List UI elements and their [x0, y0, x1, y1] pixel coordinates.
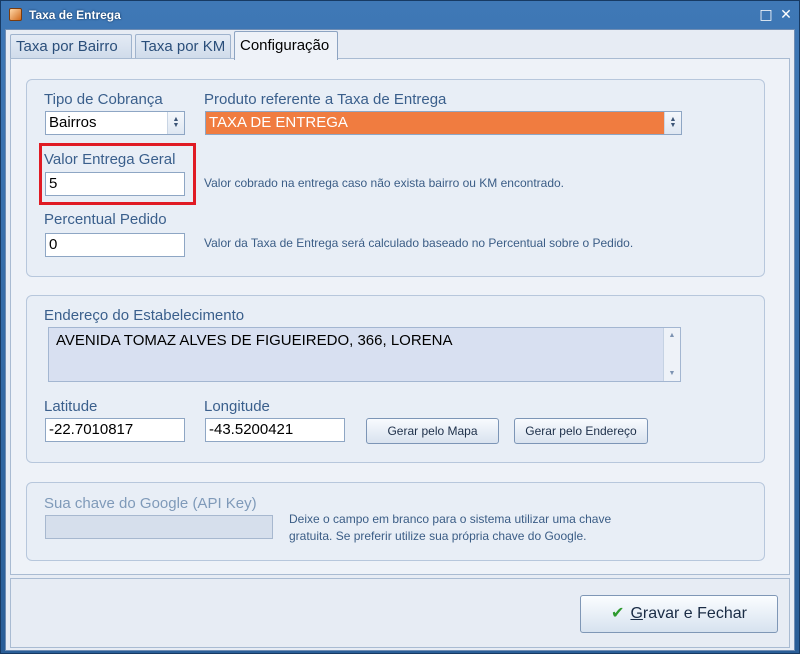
gerar-pelo-mapa-button[interactable]: Gerar pelo Mapa	[366, 418, 499, 444]
endereco-label: Endereço do Estabelecimento	[44, 307, 245, 324]
tab-taxa-por-bairro[interactable]: Taxa por Bairro	[10, 34, 132, 59]
highlight-box	[39, 143, 196, 205]
gerar-pelo-endereco-button[interactable]: Gerar pelo Endereço	[514, 418, 648, 444]
produto-select[interactable]: TAXA DE ENTREGA ▲ ▼	[205, 111, 682, 135]
save-label: ravar e Fechar	[642, 605, 747, 622]
percentual-input[interactable]: 0	[45, 233, 185, 257]
percentual-hint: Valor da Taxa de Entrega será calculado …	[204, 236, 634, 250]
valor-geral-hint: Valor cobrado na entrega caso não exista…	[204, 176, 564, 190]
latitude-label: Latitude	[44, 398, 98, 415]
tab-taxa-por-km[interactable]: Taxa por KM	[135, 34, 231, 59]
scroll-down-icon[interactable]: ▼	[664, 366, 680, 381]
endereco-scrollbar[interactable]: ▲ ▼	[663, 328, 680, 381]
tipo-cobranca-select[interactable]: Bairros ▲ ▼	[45, 111, 185, 135]
endereco-value: AVENIDA TOMAZ ALVES DE FIGUEIREDO, 366, …	[56, 332, 453, 349]
window-title: Taxa de Entrega	[29, 8, 121, 22]
endereco-textarea[interactable]: AVENIDA TOMAZ ALVES DE FIGUEIREDO, 366, …	[48, 327, 681, 382]
scroll-up-icon[interactable]: ▲	[664, 328, 680, 343]
title-bar[interactable]: Taxa de Entrega □ ✕	[1, 1, 799, 29]
check-icon: ✔	[611, 605, 625, 622]
tab-page-configuracao: Tipo de Cobrança Bairros ▲ ▼ Produto refe…	[10, 58, 790, 575]
save-mnemonic: G	[630, 605, 643, 622]
longitude-label: Longitude	[204, 398, 270, 415]
google-key-hint-line2: gratuita. Se preferir utilize sua própri…	[289, 529, 587, 543]
minimize-icon[interactable]: □	[758, 7, 774, 23]
produto-label: Produto referente a Taxa de Entrega	[204, 91, 447, 108]
spin-arrows-icon[interactable]: ▲ ▼	[167, 112, 184, 134]
google-key-input[interactable]	[45, 515, 273, 539]
spin-arrows-icon[interactable]: ▲ ▼	[664, 112, 681, 134]
produto-value: TAXA DE ENTREGA	[209, 114, 348, 131]
app-window: Taxa de Entrega □ ✕ Taxa por Bairro Taxa…	[0, 0, 800, 654]
app-icon	[9, 8, 22, 21]
close-icon[interactable]: ✕	[778, 7, 794, 23]
latitude-input[interactable]: -22.7010817	[45, 418, 185, 442]
gravar-e-fechar-button[interactable]: ✔ Gravar e Fechar	[580, 595, 778, 633]
tipo-cobranca-label: Tipo de Cobrança	[44, 91, 163, 108]
tab-configuracao[interactable]: Configuração	[234, 31, 338, 60]
tipo-cobranca-value: Bairros	[49, 114, 97, 131]
google-key-label: Sua chave do Google (API Key)	[44, 495, 257, 512]
footer-panel: ✔ Gravar e Fechar	[10, 578, 790, 648]
longitude-input[interactable]: -43.5200421	[205, 418, 345, 442]
percentual-label: Percentual Pedido	[44, 211, 167, 228]
